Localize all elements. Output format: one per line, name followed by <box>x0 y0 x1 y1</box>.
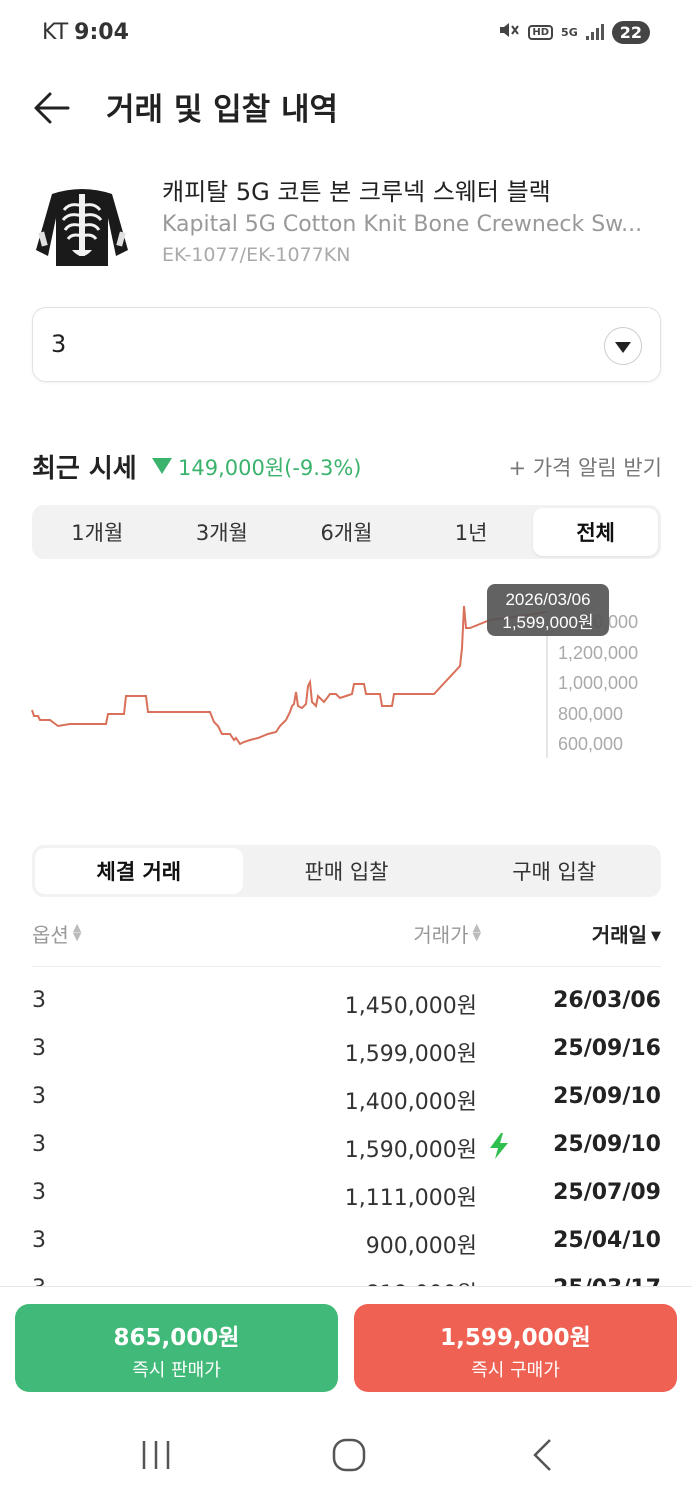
table-row: 3 1,590,000원 25/09/10 <box>32 1124 661 1172</box>
tab-buy-bids[interactable]: 구매 입찰 <box>450 848 658 894</box>
table-row: 3 1,111,000원 25/07/09 <box>32 1172 661 1220</box>
status-left: KT 9:04 <box>42 20 129 45</box>
row-date: 25/03/17 <box>553 1276 661 1286</box>
sell-label: 즉시 판매가 <box>132 1360 221 1381</box>
system-nav-bar <box>0 1415 692 1500</box>
row-price: 1,400,000원 <box>344 1090 477 1115</box>
price-line <box>31 605 548 746</box>
row-date: 25/09/10 <box>553 1084 661 1109</box>
chevron-down-icon[interactable] <box>604 327 642 365</box>
table-row: 3 1,599,000원 25/09/16 <box>32 1028 661 1076</box>
row-option: 3 <box>32 1276 46 1286</box>
network-icon: 5G <box>561 25 578 39</box>
row-date: 25/09/16 <box>553 1036 661 1061</box>
tab-1-month[interactable]: 1개월 <box>35 508 160 556</box>
row-date: 25/09/10 <box>553 1132 661 1157</box>
table-row: 3 1,400,000원 25/09/10 <box>32 1076 661 1124</box>
header-price-label: 거래가 <box>413 923 469 947</box>
tab-sell-bids[interactable]: 판매 입찰 <box>243 848 451 894</box>
battery-icon: 22 <box>611 20 650 44</box>
y-tick-800000: 800,000 <box>558 704 623 724</box>
recent-apps-icon[interactable] <box>136 1435 176 1475</box>
sell-price: 865,000원 <box>113 1325 240 1351</box>
product-image <box>32 172 132 272</box>
sort-desc-icon: ▼ <box>651 929 661 944</box>
tooltip-price: 1,599,000원 <box>502 613 593 632</box>
row-option: 3 <box>32 1036 46 1061</box>
price-alert-button[interactable]: + 가격 알림 받기 <box>508 452 662 482</box>
row-date: 25/07/09 <box>553 1180 661 1205</box>
product-summary[interactable]: 캐피탈 5G 코튼 본 크루넥 스웨터 블랙 Kapital 5G Cotton… <box>0 168 692 278</box>
product-name-en: Kapital 5G Cotton Knit Bone Crewneck Sw.… <box>162 212 643 237</box>
price-change-value: 149,000원(-9.3%) <box>178 456 362 480</box>
back-arrow-icon[interactable] <box>32 88 72 128</box>
recent-price-label: 최근 시세 <box>32 454 137 484</box>
lightning-icon <box>487 1132 511 1160</box>
table-row: 3 819,000원 25/03/17 <box>32 1268 661 1286</box>
buy-label: 즉시 구매가 <box>471 1360 560 1381</box>
row-price: 1,599,000원 <box>344 1042 477 1067</box>
row-option: 3 <box>32 988 46 1013</box>
signal-icon <box>585 24 604 40</box>
tooltip-date: 2026/03/06 <box>505 590 590 609</box>
trade-list: 3 1,450,000원 26/03/06 3 1,599,000원 25/09… <box>32 980 661 1286</box>
row-price: 1,450,000원 <box>344 994 477 1019</box>
price-change: 149,000원(-9.3%) <box>152 452 361 482</box>
home-icon[interactable] <box>329 1435 369 1475</box>
row-date: 26/03/06 <box>553 988 661 1013</box>
y-tick-1200000: 1,200,000 <box>558 643 638 663</box>
status-icons: HD 5G 22 <box>498 20 650 44</box>
row-option: 3 <box>32 1228 46 1253</box>
tab-6-months[interactable]: 6개월 <box>284 508 409 556</box>
size-select[interactable]: 3 <box>32 307 661 382</box>
page-title: 거래 및 입찰 내역 <box>106 92 339 128</box>
row-price: 1,590,000원 <box>344 1138 477 1163</box>
row-price: 819,000원 <box>366 1276 477 1286</box>
recent-price-row: 최근 시세 149,000원(-9.3%) + 가격 알림 받기 <box>32 446 662 486</box>
tab-1-year[interactable]: 1년 <box>409 508 534 556</box>
header-option[interactable]: 옵션 ▲ ▼ <box>32 919 81 948</box>
row-price: 1,111,000원 <box>344 1186 477 1211</box>
row-option: 3 <box>32 1084 46 1109</box>
hd-icon: HD <box>528 24 554 40</box>
mute-icon <box>498 20 520 44</box>
sort-icon: ▲ ▼ <box>72 921 82 943</box>
header-price[interactable]: 거래가 ▲ ▼ <box>413 919 481 948</box>
instant-buy-button[interactable]: 1,599,000원 즉시 구매가 <box>354 1304 677 1392</box>
product-name-ko: 캐피탈 5G 코튼 본 크루넥 스웨터 블랙 <box>162 178 551 206</box>
system-back-icon[interactable] <box>523 1435 563 1475</box>
carrier: KT <box>42 20 69 45</box>
row-option: 3 <box>32 1180 46 1205</box>
tooltip: 2026/03/06 1,599,000원 <box>487 584 609 636</box>
clock: 9:04 <box>74 20 129 45</box>
y-tick-1000000: 1,000,000 <box>558 673 638 693</box>
header-date-label: 거래일 <box>591 923 647 947</box>
down-triangle-icon <box>152 458 172 474</box>
instant-sell-button[interactable]: 865,000원 즉시 판매가 <box>15 1304 338 1392</box>
header: 거래 및 입찰 내역 <box>0 78 692 138</box>
table-row: 3 1,450,000원 26/03/06 <box>32 980 661 1028</box>
tab-all[interactable]: 전체 <box>533 508 658 556</box>
table-header: 옵션 ▲ ▼ 거래가 ▲ ▼ 거래일 ▼ <box>32 915 661 967</box>
tab-completed-trades[interactable]: 체결 거래 <box>35 848 243 894</box>
row-date: 25/04/10 <box>553 1228 661 1253</box>
header-option-label: 옵션 <box>32 923 69 947</box>
product-code: EK-1077/EK-1077KN <box>162 244 351 266</box>
header-date[interactable]: 거래일 ▼ <box>592 919 661 948</box>
period-tabs: 1개월 3개월 6개월 1년 전체 <box>32 505 661 559</box>
action-bar: 865,000원 즉시 판매가 1,599,000원 즉시 구매가 <box>0 1287 692 1415</box>
tab-3-months[interactable]: 3개월 <box>160 508 285 556</box>
y-tick-600000: 600,000 <box>558 734 623 754</box>
buy-price: 1,599,000원 <box>440 1325 591 1351</box>
table-row: 3 900,000원 25/04/10 <box>32 1220 661 1268</box>
price-chart[interactable]: 1,400,000 1,200,000 1,000,000 800,000 60… <box>0 570 692 800</box>
size-value: 3 <box>51 330 67 358</box>
row-option: 3 <box>32 1132 46 1157</box>
sort-icon: ▲ ▼ <box>472 921 481 943</box>
row-price: 900,000원 <box>365 1234 477 1259</box>
trade-tabs: 체결 거래 판매 입찰 구매 입찰 <box>32 845 661 897</box>
status-bar: KT 9:04 HD 5G 22 <box>0 0 692 70</box>
